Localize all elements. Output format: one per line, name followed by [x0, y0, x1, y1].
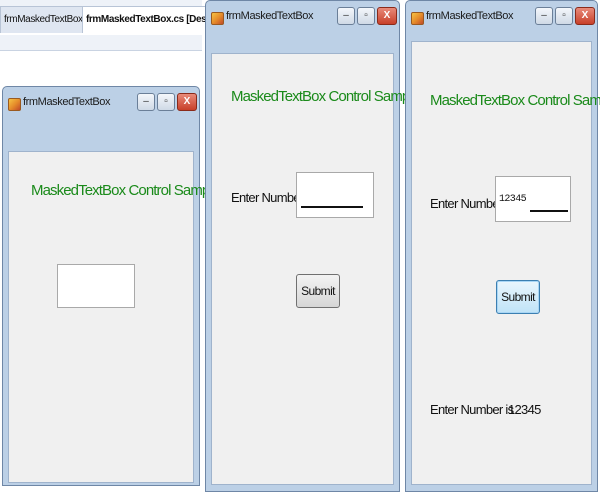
- submit-button[interactable]: Submit: [296, 274, 340, 308]
- minimize-button[interactable]: –: [137, 93, 155, 111]
- runtime-form-client-empty: MaskedTextBox Control Sample Enter Numbe…: [211, 53, 420, 485]
- mask-placeholder: [301, 206, 363, 208]
- enter-number-label: Enter Number: [231, 190, 304, 205]
- tab-divider: [0, 33, 202, 35]
- form-heading: MaskedTextBox Control Sample: [31, 182, 220, 199]
- ide-tab-strip: frmMaskedTextBox.cs* frmMaskedTextBox.cs…: [0, 0, 208, 51]
- close-button[interactable]: X: [177, 93, 197, 111]
- minimize-button[interactable]: –: [337, 7, 355, 25]
- window-title: frmMaskedTextBox: [226, 10, 314, 22]
- tab-design[interactable]: frmMaskedTextBox.cs [Design]*: [82, 6, 208, 33]
- mask-placeholder: [530, 210, 568, 212]
- window-title: frmMaskedTextBox: [426, 10, 514, 22]
- masked-textbox[interactable]: [495, 176, 571, 222]
- designer-form-client: MaskedTextBox Control Sample: [8, 151, 220, 483]
- minimize-button[interactable]: –: [535, 7, 553, 25]
- enter-number-label: Enter Number: [430, 196, 503, 211]
- app-icon: [211, 12, 224, 25]
- maximize-button[interactable]: ▫: [357, 7, 375, 25]
- runtime-form-client-filled: MaskedTextBox Control Sample Enter Numbe…: [411, 41, 600, 485]
- form-heading: MaskedTextBox Control Sample: [430, 92, 600, 109]
- close-button[interactable]: X: [377, 7, 397, 25]
- result-label: Enter Number is: [430, 402, 514, 417]
- form-heading: MaskedTextBox Control Sample: [231, 88, 420, 105]
- designer-titlebar: frmMaskedTextBox – ▫ X: [3, 87, 199, 121]
- masked-textbox[interactable]: [57, 264, 135, 308]
- close-button[interactable]: X: [575, 7, 595, 25]
- app-icon: [411, 12, 424, 25]
- runtime-titlebar-filled: frmMaskedTextBox – ▫ X: [406, 1, 597, 35]
- masked-textbox[interactable]: [296, 172, 374, 218]
- app-icon: [8, 98, 21, 111]
- runtime-window-empty: frmMaskedTextBox – ▫ X MaskedTextBox Con…: [205, 0, 420, 492]
- maximize-button[interactable]: ▫: [157, 93, 175, 111]
- runtime-window-filled: frmMaskedTextBox – ▫ X MaskedTextBox Con…: [405, 0, 600, 492]
- maximize-button[interactable]: ▫: [555, 7, 573, 25]
- window-title: frmMaskedTextBox: [23, 96, 111, 108]
- submit-button[interactable]: Submit: [496, 280, 540, 314]
- runtime-titlebar-empty: frmMaskedTextBox – ▫ X: [206, 1, 399, 35]
- result-value: 12345: [508, 402, 541, 417]
- tab-code[interactable]: frmMaskedTextBox.cs*: [0, 6, 88, 33]
- designer-window: frmMaskedTextBox – ▫ X MaskedTextBox Con…: [2, 86, 220, 486]
